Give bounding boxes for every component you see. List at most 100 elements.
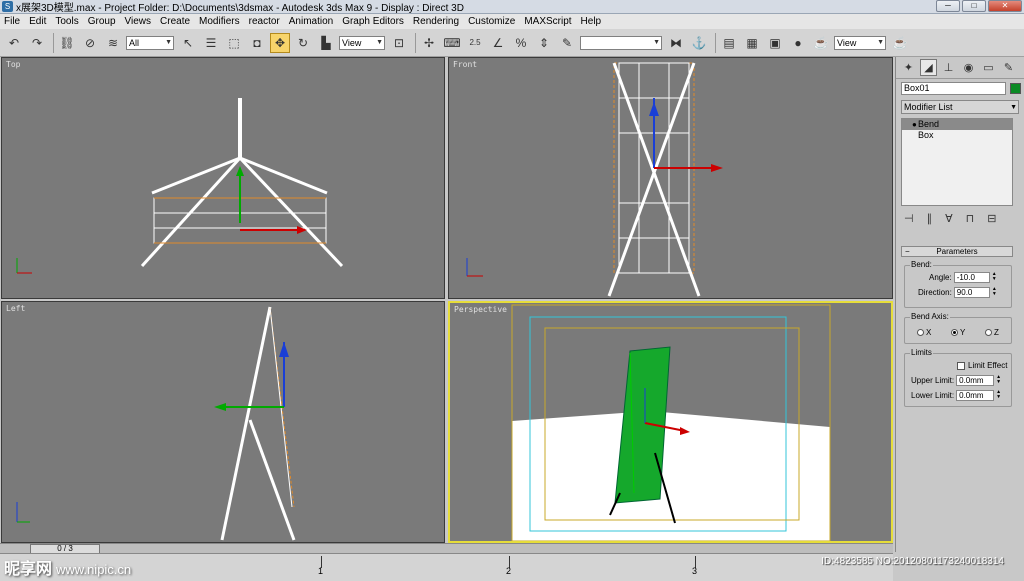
menu-group[interactable]: Group: [88, 16, 116, 27]
direction-input[interactable]: 90.0: [953, 287, 990, 298]
menu-edit[interactable]: Edit: [29, 16, 46, 27]
quick-render-icon[interactable]: ☕: [890, 33, 910, 53]
spinner-snap-icon[interactable]: ⇕: [534, 33, 554, 53]
percent-snap-icon[interactable]: %: [511, 33, 531, 53]
undo-icon[interactable]: ↶: [4, 33, 24, 53]
upper-limit-spinner-icon[interactable]: ▲ ▼: [995, 375, 1002, 386]
window-crossing-icon[interactable]: ◘: [247, 33, 267, 53]
angle-snap-icon[interactable]: ∠: [488, 33, 508, 53]
command-panel-tabs: ✦ ◢ ⊥ ◉ ▭ ✎: [896, 57, 1024, 79]
bulb-icon[interactable]: ●: [912, 119, 917, 130]
select-by-name-icon[interactable]: ☰: [201, 33, 221, 53]
modify-tab-icon[interactable]: ◢: [920, 59, 937, 76]
redo-icon[interactable]: ↷: [27, 33, 47, 53]
curve-editor-icon[interactable]: ▦: [742, 33, 762, 53]
select-object-icon[interactable]: ↖: [178, 33, 198, 53]
limit-effect-option[interactable]: Limit Effect: [957, 361, 1007, 370]
snap-label: 2.5: [469, 38, 481, 47]
align-icon[interactable]: ⚓: [689, 33, 709, 53]
axis-x-radio[interactable]: [917, 329, 924, 336]
track-bar[interactable]: 1 2 3: [0, 553, 893, 581]
display-tab-icon[interactable]: ▭: [980, 59, 997, 76]
snap-toggle-icon[interactable]: 2.5: [465, 33, 485, 53]
show-end-result-icon[interactable]: ∥: [927, 212, 933, 225]
angle-row: Angle: -10.0 ▲ ▼: [929, 272, 998, 283]
manipulate-icon[interactable]: ✢: [419, 33, 439, 53]
motion-tab-icon[interactable]: ◉: [960, 59, 977, 76]
pivot-center-icon[interactable]: ⊡: [389, 33, 409, 53]
select-link-icon[interactable]: ⛓: [57, 33, 77, 53]
maximize-button[interactable]: □: [962, 0, 986, 12]
edit-named-selection-icon[interactable]: ✎: [557, 33, 577, 53]
viewport-perspective[interactable]: Perspective: [448, 301, 893, 543]
limit-effect-checkbox[interactable]: [957, 361, 965, 370]
axis-z-option[interactable]: Z: [985, 328, 999, 337]
select-scale-icon[interactable]: ▙: [316, 33, 336, 53]
selection-filter-dropdown[interactable]: All: [126, 35, 174, 50]
mirror-icon[interactable]: ⧓: [666, 33, 686, 53]
create-tab-icon[interactable]: ✦: [900, 59, 917, 76]
menu-modifiers[interactable]: Modifiers: [199, 16, 240, 27]
menu-file[interactable]: File: [4, 16, 20, 27]
menu-views[interactable]: Views: [125, 16, 152, 27]
menu-graph-editors[interactable]: Graph Editors: [342, 16, 404, 27]
object-color-swatch[interactable]: [1010, 83, 1021, 94]
rectangular-selection-icon[interactable]: ⬚: [224, 33, 244, 53]
axis-y-radio[interactable]: [951, 329, 958, 336]
material-editor-icon[interactable]: ●: [788, 33, 808, 53]
pin-stack-icon[interactable]: ⊣: [904, 212, 914, 225]
layer-manager-icon[interactable]: ▤: [719, 33, 739, 53]
bind-space-warp-icon[interactable]: ≋: [103, 33, 123, 53]
left-view-model: [16, 306, 296, 541]
modifier-list-dropdown[interactable]: Modifier List: [901, 100, 1019, 114]
utilities-tab-icon[interactable]: ✎: [1000, 59, 1017, 76]
object-name-input[interactable]: Box01: [901, 82, 1007, 95]
lower-limit-input[interactable]: 0.0mm: [956, 390, 995, 401]
select-move-icon[interactable]: ✥: [270, 32, 290, 53]
menu-customize[interactable]: Customize: [468, 16, 515, 27]
menu-animation[interactable]: Animation: [289, 16, 333, 27]
select-rotate-icon[interactable]: ↻: [293, 33, 313, 53]
axis-y-option[interactable]: Y: [951, 328, 965, 337]
stack-item-bend[interactable]: ● Bend: [902, 119, 1012, 130]
unlink-icon[interactable]: ⊘: [80, 33, 100, 53]
schematic-view-icon[interactable]: ▣: [765, 33, 785, 53]
modifier-stack: ● Bend Box: [901, 118, 1013, 206]
configure-modifier-sets-icon[interactable]: ⊟: [987, 212, 996, 225]
reference-coordinate-dropdown[interactable]: View: [339, 35, 385, 50]
render-type-dropdown[interactable]: View: [834, 35, 886, 50]
remove-modifier-icon[interactable]: ⊓: [966, 212, 975, 225]
time-slider-bar: 0 / 3: [0, 543, 893, 554]
render-scene-icon[interactable]: ☕: [811, 33, 831, 53]
menu-reactor[interactable]: reactor: [249, 16, 280, 27]
axis-y-label: Y: [960, 328, 966, 337]
menu-tools[interactable]: Tools: [55, 16, 78, 27]
direction-label: Direction:: [918, 288, 952, 297]
make-unique-icon[interactable]: ∀: [945, 212, 953, 225]
minimize-button[interactable]: ─: [936, 0, 960, 12]
menu-bar: File Edit Tools Group Views Create Modif…: [0, 14, 1024, 29]
axis-x-option[interactable]: X: [917, 328, 931, 337]
named-selection-dropdown[interactable]: [580, 35, 662, 50]
upper-limit-input[interactable]: 0.0mm: [956, 375, 995, 386]
viewport-top[interactable]: Top: [1, 57, 445, 299]
menu-rendering[interactable]: Rendering: [413, 16, 459, 27]
stack-item-box[interactable]: Box: [902, 130, 1012, 141]
app-icon[interactable]: S: [2, 1, 13, 12]
viewport-front[interactable]: Front: [448, 57, 893, 299]
hierarchy-tab-icon[interactable]: ⊥: [940, 59, 957, 76]
viewport-left[interactable]: Left: [1, 301, 445, 543]
axis-z-radio[interactable]: [985, 329, 992, 336]
menu-maxscript[interactable]: MAXScript: [524, 16, 571, 27]
keyboard-shortcut-icon[interactable]: ⌨: [442, 33, 462, 53]
lower-limit-spinner-icon[interactable]: ▲ ▼: [995, 390, 1002, 401]
lower-limit-label: Lower Limit:: [911, 391, 955, 400]
parameters-rollout-title[interactable]: − Parameters: [901, 246, 1013, 257]
angle-input[interactable]: -10.0: [953, 272, 990, 283]
close-button[interactable]: ✕: [988, 0, 1022, 12]
menu-help[interactable]: Help: [581, 16, 602, 27]
direction-spinner-icon[interactable]: ▲ ▼: [991, 287, 998, 298]
menu-create[interactable]: Create: [160, 16, 190, 27]
angle-spinner-icon[interactable]: ▲ ▼: [991, 272, 998, 283]
timeline-tick-label: 1: [318, 566, 324, 576]
